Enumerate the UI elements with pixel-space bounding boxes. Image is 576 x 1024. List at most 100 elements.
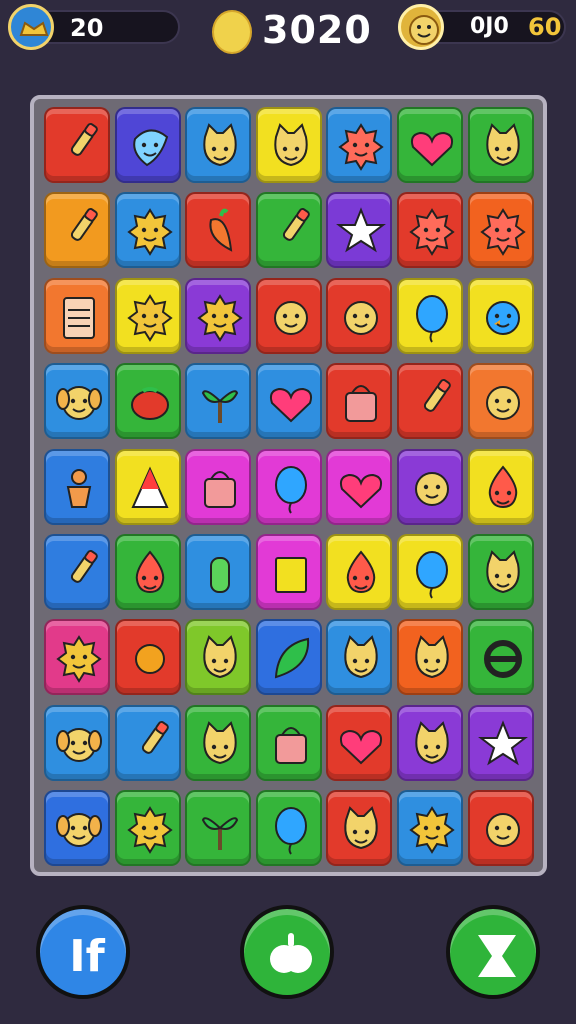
tile-r3-c4[interactable] bbox=[255, 277, 322, 354]
tile-r3-c1[interactable] bbox=[44, 277, 110, 354]
tile-r9-c5[interactable] bbox=[326, 790, 393, 867]
tile-r3-c2[interactable] bbox=[114, 277, 181, 354]
tile-r6-c1[interactable] bbox=[44, 534, 110, 610]
moves-value: 0J0 bbox=[470, 14, 509, 39]
tile-r4-c6[interactable] bbox=[397, 363, 463, 440]
tile-r6-c2[interactable] bbox=[114, 534, 181, 610]
cat-face-icon bbox=[274, 123, 308, 167]
tile-r8-c7[interactable] bbox=[467, 704, 534, 781]
tile-r7-c7[interactable] bbox=[467, 619, 534, 696]
tile-r1-c6[interactable] bbox=[397, 107, 463, 183]
tile-r4-c1[interactable] bbox=[44, 363, 110, 440]
dog-face-icon bbox=[56, 727, 102, 762]
tile-r6-c6[interactable] bbox=[397, 534, 463, 610]
tile-r2-c3[interactable] bbox=[185, 192, 252, 269]
dog-face-icon bbox=[56, 813, 102, 848]
tile-r7-c2[interactable] bbox=[114, 619, 181, 696]
tile-r2-c2[interactable] bbox=[114, 192, 181, 269]
tile-r5-c6[interactable] bbox=[397, 448, 463, 525]
sun-face-icon bbox=[197, 293, 243, 342]
plant-icon bbox=[202, 390, 239, 424]
face-icon bbox=[485, 386, 520, 421]
tile-r3-c7[interactable] bbox=[467, 277, 534, 354]
tile-r9-c6[interactable] bbox=[397, 790, 463, 867]
gingerbread-icon bbox=[66, 468, 92, 508]
coin-icon bbox=[212, 10, 252, 54]
spiky-face-icon bbox=[479, 208, 526, 257]
tile-r8-c6[interactable] bbox=[397, 704, 463, 781]
tile-r9-c2[interactable] bbox=[114, 790, 181, 867]
cat-face-icon bbox=[415, 720, 449, 764]
tile-r7-c4[interactable] bbox=[255, 619, 322, 696]
tile-r4-c5[interactable] bbox=[326, 363, 393, 440]
tile-r4-c4[interactable] bbox=[255, 363, 322, 440]
leaf-icon bbox=[274, 638, 309, 679]
tile-r1-c3[interactable] bbox=[185, 107, 252, 183]
tile-r9-c3[interactable] bbox=[185, 790, 252, 867]
target-value: 60 bbox=[528, 13, 562, 41]
tile-r9-c4[interactable] bbox=[255, 790, 322, 867]
cat-face-icon bbox=[344, 635, 379, 679]
tile-r1-c7[interactable] bbox=[467, 107, 534, 183]
carrot-icon bbox=[209, 209, 233, 253]
tile-r1-c2[interactable] bbox=[114, 107, 181, 183]
blob-icon bbox=[132, 129, 168, 167]
tile-r9-c7[interactable] bbox=[467, 790, 534, 867]
tile-r2-c7[interactable] bbox=[467, 192, 534, 269]
card-icon bbox=[63, 296, 95, 339]
tile-r4-c3[interactable] bbox=[185, 363, 252, 440]
shuffle-button[interactable]: If bbox=[36, 905, 130, 999]
tile-r5-c5[interactable] bbox=[326, 448, 393, 525]
spiky-face-icon bbox=[409, 208, 455, 257]
tile-r8-c1[interactable] bbox=[44, 704, 110, 781]
cat-face-icon bbox=[485, 550, 520, 594]
tile-r9-c1[interactable] bbox=[44, 790, 110, 867]
tile-r2-c4[interactable] bbox=[255, 192, 322, 269]
tile-r6-c4[interactable] bbox=[255, 534, 322, 610]
tile-r7-c5[interactable] bbox=[326, 619, 393, 696]
tile-r1-c4[interactable] bbox=[255, 107, 322, 183]
tile-r6-c3[interactable] bbox=[185, 534, 252, 610]
star-icon bbox=[477, 720, 528, 766]
level-badge bbox=[8, 4, 54, 50]
tile-r3-c3[interactable] bbox=[185, 277, 252, 354]
tile-r2-c6[interactable] bbox=[397, 192, 463, 269]
tile-r8-c5[interactable] bbox=[326, 704, 393, 781]
tile-r1-c1[interactable] bbox=[44, 107, 110, 183]
plant-icon bbox=[202, 817, 239, 851]
tile-r2-c5[interactable] bbox=[326, 192, 393, 269]
tile-r4-c2[interactable] bbox=[114, 363, 181, 440]
shuffle-icon: If bbox=[69, 931, 105, 982]
face-icon bbox=[344, 300, 379, 335]
tile-r7-c1[interactable] bbox=[44, 619, 110, 696]
level-value: 20 bbox=[70, 14, 104, 42]
tile-r8-c4[interactable] bbox=[255, 704, 322, 781]
tile-r8-c3[interactable] bbox=[185, 704, 252, 781]
hourglass-button[interactable] bbox=[446, 905, 540, 999]
tile-r2-c1[interactable] bbox=[44, 192, 110, 269]
tile-r5-c2[interactable] bbox=[114, 448, 181, 525]
balloon-icon bbox=[416, 551, 448, 599]
square-icon bbox=[274, 557, 307, 593]
tile-r5-c7[interactable] bbox=[467, 448, 534, 525]
tile-r4-c7[interactable] bbox=[467, 363, 534, 440]
tile-r7-c6[interactable] bbox=[397, 619, 463, 696]
sun-face-icon bbox=[409, 806, 455, 855]
tile-r5-c3[interactable] bbox=[185, 448, 252, 525]
top-hud: 20 3020 0J0 60 bbox=[0, 0, 576, 70]
tile-r5-c4[interactable] bbox=[255, 448, 322, 525]
heart-icon bbox=[269, 388, 312, 423]
ring-icon bbox=[483, 640, 522, 679]
tile-r5-c1[interactable] bbox=[44, 448, 110, 525]
tile-r3-c6[interactable] bbox=[397, 277, 463, 354]
tile-r6-c7[interactable] bbox=[467, 534, 534, 610]
tile-r6-c5[interactable] bbox=[326, 534, 393, 610]
tile-r3-c5[interactable] bbox=[326, 277, 393, 354]
tile-r1-c5[interactable] bbox=[326, 107, 393, 183]
tile-r7-c3[interactable] bbox=[185, 619, 252, 696]
tile-r8-c2[interactable] bbox=[114, 704, 181, 781]
apple-button[interactable] bbox=[240, 905, 334, 999]
svg-text:If: If bbox=[69, 931, 105, 982]
bag-icon bbox=[345, 385, 378, 423]
drop-face-icon bbox=[488, 465, 517, 508]
